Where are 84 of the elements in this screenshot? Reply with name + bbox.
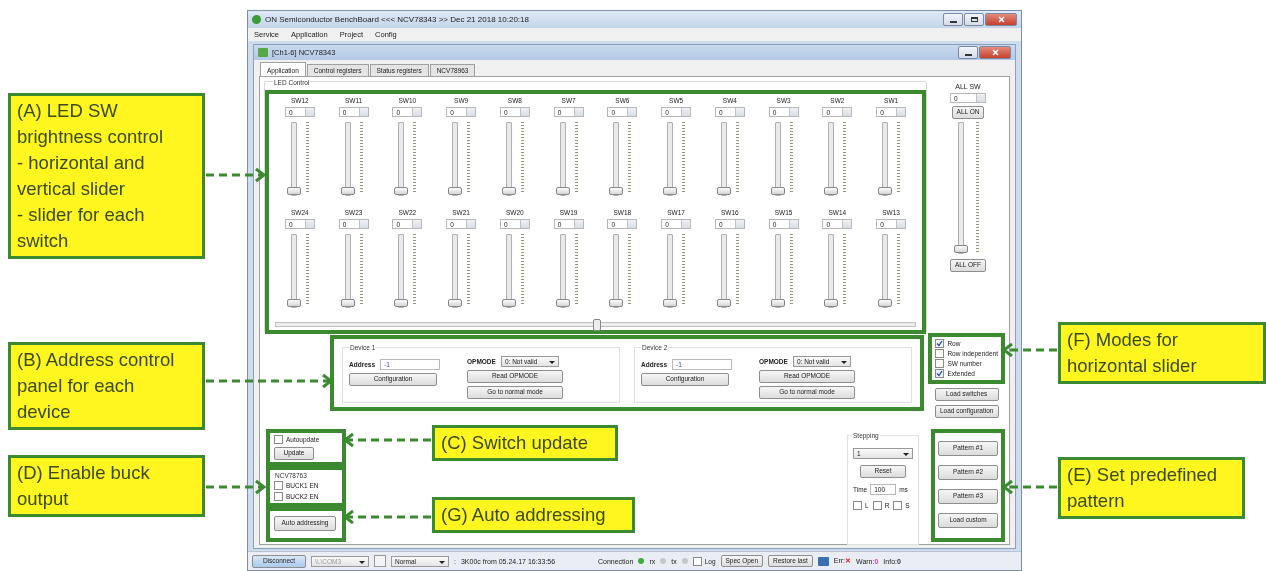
close-icon bbox=[997, 16, 1005, 23]
checkbox[interactable] bbox=[935, 349, 945, 358]
tick-marks bbox=[897, 122, 901, 194]
message-icon[interactable] bbox=[817, 556, 829, 566]
slider-thumb[interactable] bbox=[286, 299, 301, 307]
callout: (C) Switch update bbox=[432, 425, 618, 461]
callout: (G) Auto addressing bbox=[432, 497, 635, 533]
slider-thumb[interactable] bbox=[448, 187, 463, 195]
callout: (F) Modes for horizontal slider bbox=[1058, 322, 1266, 384]
slider-thumb[interactable] bbox=[663, 299, 678, 307]
caret-icon bbox=[903, 453, 909, 456]
checkbox[interactable] bbox=[853, 501, 862, 510]
callout: (A) LED SW brightness control - horizontal and vertical slider - slider for each switch bbox=[8, 93, 205, 259]
checkbox[interactable] bbox=[893, 501, 903, 510]
caret-icon bbox=[840, 361, 847, 364]
tick-marks bbox=[682, 234, 686, 306]
checkbox[interactable] bbox=[274, 481, 283, 490]
slider-thumb[interactable] bbox=[555, 299, 570, 307]
slider-thumb[interactable] bbox=[448, 299, 463, 307]
checkbox[interactable] bbox=[935, 339, 945, 348]
slider-thumb[interactable] bbox=[824, 187, 839, 195]
checkbox[interactable] bbox=[692, 556, 702, 566]
minimize-button[interactable] bbox=[958, 46, 978, 59]
close-button[interactable] bbox=[985, 13, 1017, 26]
callout: (B) Address control panel for each device bbox=[8, 342, 205, 430]
checkbox[interactable] bbox=[274, 492, 283, 501]
slider-thumb[interactable] bbox=[878, 299, 893, 307]
tick-marks bbox=[359, 122, 363, 194]
slider-thumb[interactable] bbox=[716, 187, 731, 195]
tick-marks bbox=[413, 122, 417, 194]
tick-marks bbox=[897, 234, 901, 306]
close-icon bbox=[991, 49, 999, 56]
tick-marks bbox=[628, 234, 632, 306]
maximize-button[interactable] bbox=[964, 13, 984, 26]
minimize-button[interactable] bbox=[943, 13, 963, 26]
tick-marks bbox=[843, 122, 847, 194]
slider-thumb[interactable] bbox=[340, 299, 355, 307]
slider-thumb[interactable] bbox=[340, 187, 355, 195]
callout: (E) Set predefined pattern bbox=[1058, 457, 1245, 519]
slider-thumb[interactable] bbox=[878, 187, 893, 195]
slider-thumb[interactable] bbox=[609, 299, 624, 307]
checkbox[interactable] bbox=[872, 501, 882, 510]
tick-marks bbox=[735, 234, 739, 306]
window-title: ON Semiconductor BenchBoard <<< NCV78343 >> Dec 21 2018 10:20:18 bbox=[265, 15, 529, 24]
tick-marks bbox=[413, 234, 417, 306]
tick-marks bbox=[467, 234, 471, 306]
caret-icon bbox=[548, 361, 555, 364]
close-button[interactable] bbox=[979, 46, 1011, 59]
tick-marks bbox=[628, 122, 632, 194]
tick-marks bbox=[520, 122, 524, 194]
app-icon bbox=[252, 15, 261, 24]
tick-marks bbox=[359, 234, 363, 306]
caret-icon bbox=[359, 560, 365, 564]
slider-thumb[interactable] bbox=[394, 187, 409, 195]
checkbox[interactable] bbox=[274, 435, 283, 444]
slider-thumb[interactable] bbox=[716, 299, 731, 307]
tick-marks bbox=[789, 234, 793, 306]
document-icon bbox=[258, 48, 268, 57]
slider-thumb[interactable] bbox=[824, 299, 839, 307]
checkbox[interactable] bbox=[935, 359, 945, 368]
slider-thumb[interactable] bbox=[609, 187, 624, 195]
slider-thumb[interactable] bbox=[501, 299, 516, 307]
tick-marks bbox=[735, 122, 739, 194]
tick-marks bbox=[682, 122, 686, 194]
tick-marks bbox=[305, 234, 309, 306]
tick-marks bbox=[467, 122, 471, 194]
caret-icon bbox=[439, 560, 445, 564]
slider-thumb[interactable] bbox=[770, 187, 785, 195]
slider-thumb[interactable] bbox=[592, 319, 601, 331]
slider-thumb[interactable] bbox=[394, 299, 409, 307]
tick-marks bbox=[520, 234, 524, 306]
callout: (D) Enable buck output bbox=[8, 455, 205, 517]
slider-thumb[interactable] bbox=[501, 187, 516, 195]
slider-thumb[interactable] bbox=[663, 187, 678, 195]
checkbox[interactable] bbox=[935, 369, 945, 378]
slider-thumb[interactable] bbox=[953, 245, 968, 253]
tick-marks bbox=[843, 234, 847, 306]
slider-thumb[interactable] bbox=[770, 299, 785, 307]
tick-marks bbox=[305, 122, 309, 194]
tick-marks bbox=[574, 234, 578, 306]
slider-thumb[interactable] bbox=[555, 187, 570, 195]
tick-marks bbox=[789, 122, 793, 194]
tick-marks bbox=[574, 122, 578, 194]
slider-thumb[interactable] bbox=[286, 187, 301, 195]
